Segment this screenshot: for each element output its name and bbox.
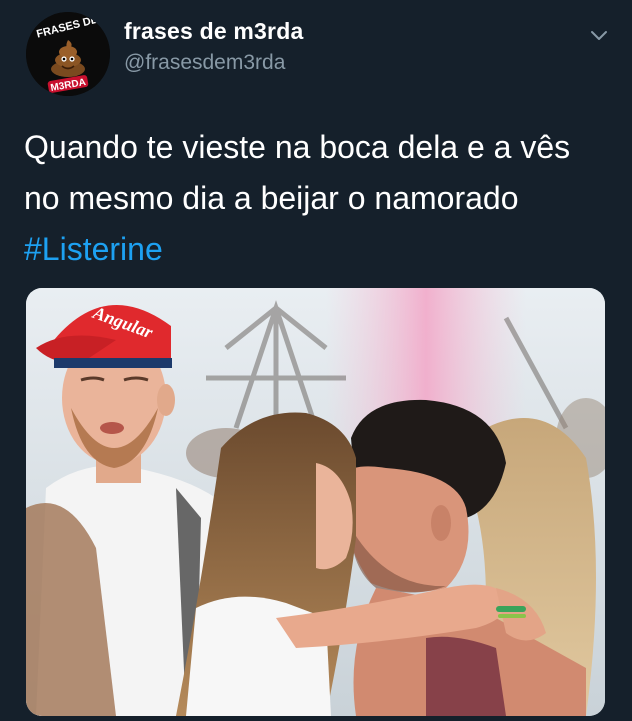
tweet-text-line-2: no mesmo dia a beijar o namorado [24,180,519,216]
display-name[interactable]: frases de m3rda [124,18,303,45]
tweet-text: Quando te vieste na boca dela e a vês no… [24,122,614,275]
more-options-button[interactable] [588,24,610,46]
user-handle[interactable]: @frasesdem3rda [124,51,285,75]
chevron-down-icon [591,31,607,40]
avatar-logo: FRASES DE M3RDA [26,12,110,96]
tweet-text-line-1: Quando te vieste na boca dela e a vês [24,129,571,165]
tweet-photo[interactable]: Angular [26,288,605,716]
photo-kissing-couple: Angular [26,288,605,716]
hashtag-link[interactable]: #Listerine [24,224,614,275]
avatar[interactable]: FRASES DE M3RDA [26,12,110,96]
